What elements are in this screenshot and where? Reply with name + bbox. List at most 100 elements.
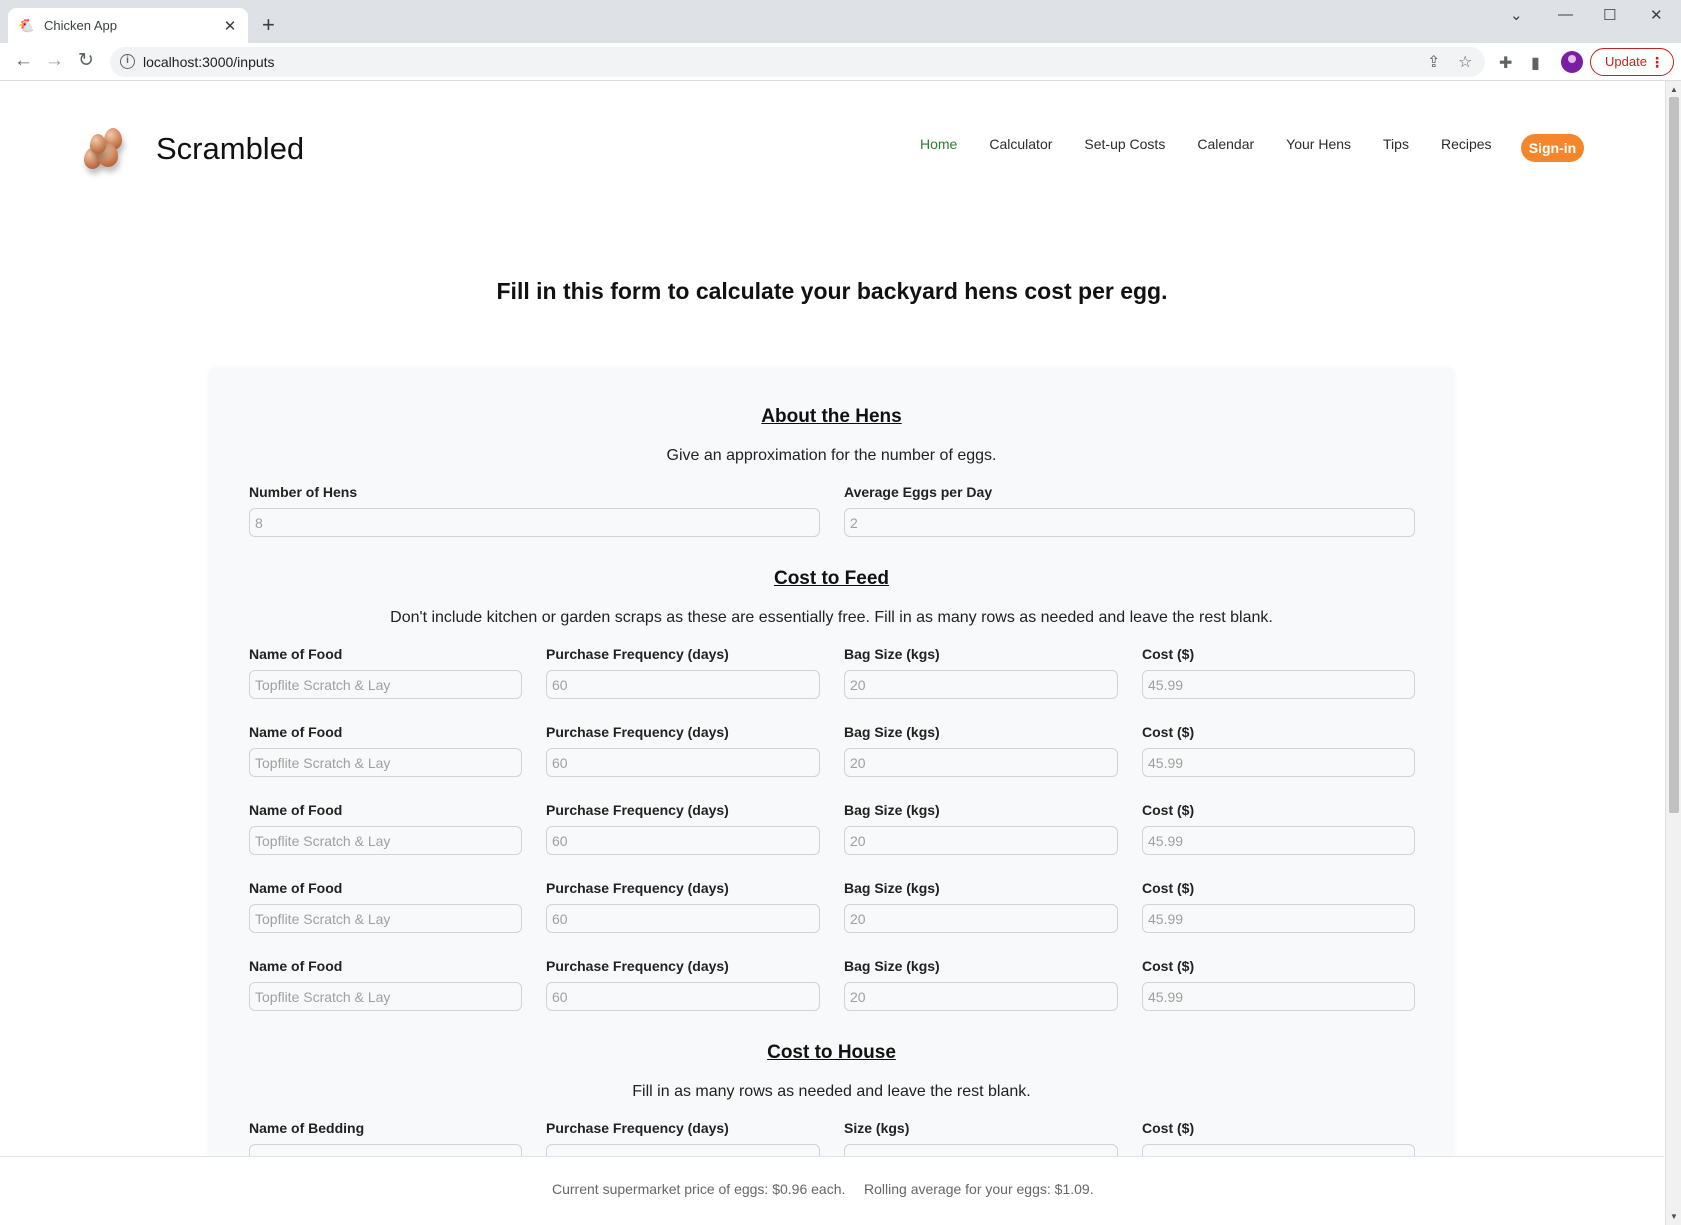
average-eggs-input[interactable]: [844, 508, 1415, 537]
bag-size-input[interactable]: [844, 748, 1118, 777]
section-title-feed: Cost to Feed: [773, 568, 890, 589]
chicken-icon: 🐔: [18, 17, 35, 33]
nav-tips[interactable]: Tips: [1383, 136, 1409, 152]
cost-label: Cost ($): [1142, 958, 1195, 974]
section-desc-hens: Give an approximation for the number of …: [666, 447, 997, 464]
bag-size-label: Bag Size (kgs): [844, 880, 940, 896]
section-desc-feed: Don't include kitchen or garden scraps a…: [390, 609, 1273, 626]
average-eggs-label: Average Eggs per Day: [844, 484, 993, 500]
update-label: Update: [1605, 54, 1647, 69]
menu-kebab-icon: ⋮: [1650, 54, 1664, 70]
food-name-label: Name of Food: [249, 802, 343, 818]
new-tab-icon[interactable]: +: [262, 13, 275, 37]
url-text[interactable]: localhost:3000/inputs: [143, 54, 275, 70]
nav-calendar[interactable]: Calendar: [1197, 136, 1254, 152]
extensions-icon[interactable]: ✚: [1499, 53, 1512, 73]
sign-in-button[interactable]: Sign-in: [1521, 134, 1584, 162]
nav-setup-costs[interactable]: Set-up Costs: [1084, 136, 1165, 152]
cost-label: Cost ($): [1142, 802, 1195, 818]
food-name-input[interactable]: [249, 670, 522, 699]
number-of-hens-input[interactable]: [249, 508, 820, 537]
page-viewport: Scrambled Home Calculator Set-up Costs C…: [0, 81, 1681, 1225]
update-button[interactable]: Update ⋮: [1590, 48, 1674, 76]
cost-input[interactable]: [1142, 826, 1415, 855]
minimize-icon[interactable]: —: [1558, 6, 1573, 23]
food-name-label: Name of Food: [249, 958, 343, 974]
share-icon[interactable]: ⇪: [1427, 52, 1440, 72]
food-name-label: Name of Food: [249, 724, 343, 740]
bag-size-input[interactable]: [844, 982, 1118, 1011]
browser-tab-strip: 🐔 Chicken App ✕ + ⌄ — ☐ ✕: [0, 0, 1681, 43]
scrollbar-thumb[interactable]: [1669, 97, 1679, 813]
purchase-frequency-input[interactable]: [546, 670, 820, 699]
cost-input[interactable]: [1142, 904, 1415, 933]
purchase-frequency-input[interactable]: [546, 982, 820, 1011]
purchase-frequency-label: Purchase Frequency (days): [546, 958, 729, 974]
section-title-house: Cost to House: [767, 1042, 896, 1063]
tab-title: Chicken App: [44, 18, 117, 33]
brand-name[interactable]: Scrambled: [156, 131, 304, 167]
bedding-size-label: Size (kgs): [844, 1120, 910, 1136]
purchase-frequency-label: Purchase Frequency (days): [546, 724, 729, 740]
cost-label: Cost ($): [1142, 646, 1195, 662]
food-name-input[interactable]: [249, 904, 522, 933]
side-panel-icon[interactable]: ▮: [1531, 53, 1540, 73]
purchase-frequency-input[interactable]: [546, 748, 820, 777]
browser-toolbar: ← → ↻ i localhost:3000/inputs ⇪ ☆ ✚ ▮ Up…: [0, 43, 1681, 81]
back-icon[interactable]: ←: [14, 51, 33, 71]
browser-tab[interactable]: 🐔 Chicken App ✕: [8, 8, 248, 43]
purchase-frequency-label: Purchase Frequency (days): [546, 802, 729, 818]
section-title-hens: About the Hens: [761, 406, 902, 427]
profile-avatar[interactable]: [1561, 51, 1583, 73]
eggs-logo-icon[interactable]: [80, 126, 132, 170]
cost-input[interactable]: [1142, 748, 1415, 777]
forward-icon[interactable]: →: [45, 51, 64, 71]
cost-label: Cost ($): [1142, 880, 1195, 896]
bedding-cost-label: Cost ($): [1142, 1120, 1195, 1136]
bag-size-input[interactable]: [844, 904, 1118, 933]
cost-input[interactable]: [1142, 982, 1415, 1011]
number-of-hens-label: Number of Hens: [249, 484, 358, 500]
food-name-label: Name of Food: [249, 646, 343, 662]
cost-input[interactable]: [1142, 670, 1415, 699]
close-tab-icon[interactable]: ✕: [222, 17, 238, 35]
bedding-frequency-label: Purchase Frequency (days): [546, 1120, 729, 1136]
address-bar[interactable]: i localhost:3000/inputs ⇪ ☆: [110, 47, 1485, 77]
vertical-scrollbar[interactable]: ▲ ▼: [1665, 81, 1681, 1225]
food-name-label: Name of Food: [249, 880, 343, 896]
purchase-frequency-label: Purchase Frequency (days): [546, 646, 729, 662]
bag-size-label: Bag Size (kgs): [844, 646, 940, 662]
cost-form: About the Hens Give an approximation for…: [209, 368, 1454, 1225]
food-name-input[interactable]: [249, 982, 522, 1011]
bookmark-star-icon[interactable]: ☆: [1458, 52, 1472, 72]
scroll-up-arrow-icon[interactable]: ▲: [1670, 85, 1678, 94]
bedding-name-label: Name of Bedding: [249, 1120, 365, 1136]
bag-size-input[interactable]: [844, 826, 1118, 855]
nav-your-hens[interactable]: Your Hens: [1286, 136, 1351, 152]
tab-search-icon[interactable]: ⌄: [1510, 6, 1523, 24]
cost-label: Cost ($): [1142, 724, 1195, 740]
food-name-input[interactable]: [249, 826, 522, 855]
maximize-icon[interactable]: ☐: [1603, 6, 1616, 24]
rolling-average-text: Rolling average for your eggs: $1.09.: [864, 1181, 1094, 1197]
food-name-input[interactable]: [249, 748, 522, 777]
supermarket-price-text: Current supermarket price of eggs: $0.96…: [552, 1181, 846, 1197]
purchase-frequency-input[interactable]: [546, 904, 820, 933]
close-window-icon[interactable]: ✕: [1650, 6, 1663, 24]
section-desc-house: Fill in as many rows as needed and leave…: [632, 1083, 1031, 1100]
bag-size-input[interactable]: [844, 670, 1118, 699]
scroll-down-arrow-icon[interactable]: ▼: [1670, 1212, 1678, 1221]
nav-recipes[interactable]: Recipes: [1441, 136, 1492, 152]
bag-size-label: Bag Size (kgs): [844, 802, 940, 818]
reload-icon[interactable]: ↻: [78, 51, 94, 71]
site-info-icon[interactable]: i: [120, 54, 135, 69]
price-footer: Current supermarket price of eggs: $0.96…: [0, 1156, 1664, 1225]
page-title: Fill in this form to calculate your back…: [496, 278, 1168, 304]
purchase-frequency-input[interactable]: [546, 826, 820, 855]
nav-calculator[interactable]: Calculator: [989, 136, 1052, 152]
nav-home[interactable]: Home: [920, 136, 957, 152]
purchase-frequency-label: Purchase Frequency (days): [546, 880, 729, 896]
bag-size-label: Bag Size (kgs): [844, 958, 940, 974]
bag-size-label: Bag Size (kgs): [844, 724, 940, 740]
main-nav: Home Calculator Set-up Costs Calendar Yo…: [920, 136, 1524, 152]
